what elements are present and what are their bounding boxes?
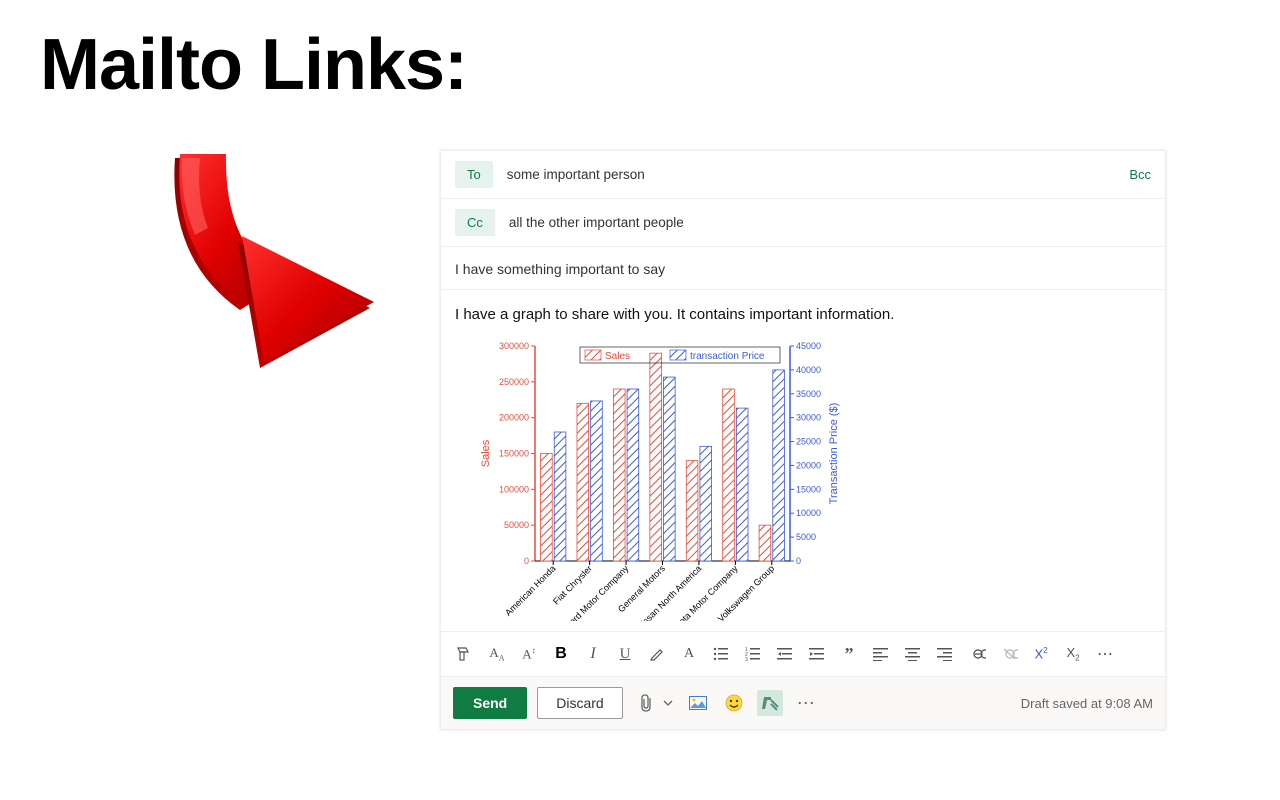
compose-window: To some important person Bcc Cc all the … xyxy=(440,150,1166,730)
svg-text:Sales: Sales xyxy=(480,439,492,467)
svg-text:Transaction Price ($): Transaction Price ($) xyxy=(828,403,840,505)
svg-text:0: 0 xyxy=(524,556,529,566)
cc-input[interactable]: all the other important people xyxy=(509,215,1151,230)
more-actions-icon[interactable]: ⋯ xyxy=(793,690,819,716)
svg-text:transaction Price: transaction Price xyxy=(690,351,765,362)
superscript-icon[interactable]: X2 xyxy=(1027,640,1055,668)
attach-dropdown-icon[interactable] xyxy=(661,690,675,716)
font-size-down-icon[interactable]: AA xyxy=(483,640,511,668)
insert-image-icon[interactable] xyxy=(685,690,711,716)
svg-text:0: 0 xyxy=(796,556,801,566)
draft-status: Draft saved at 9:08 AM xyxy=(1021,696,1153,711)
bullets-icon[interactable] xyxy=(707,640,735,668)
subject-input[interactable]: I have something important to say xyxy=(441,247,1165,290)
cc-chip[interactable]: Cc xyxy=(455,209,495,236)
attach-icon[interactable] xyxy=(633,690,659,716)
to-input[interactable]: some important person xyxy=(507,167,1116,182)
body-text: I have a graph to share with you. It con… xyxy=(455,306,1151,323)
more-format-icon[interactable]: ⋯ xyxy=(1091,640,1119,668)
svg-text:American Honda: American Honda xyxy=(503,563,557,617)
indent-icon[interactable] xyxy=(803,640,831,668)
align-right-icon[interactable] xyxy=(931,640,959,668)
svg-text:10000: 10000 xyxy=(796,508,821,518)
svg-text:45000: 45000 xyxy=(796,341,821,351)
bcc-link[interactable]: Bcc xyxy=(1129,167,1151,182)
svg-text:20000: 20000 xyxy=(796,460,821,470)
link-icon[interactable] xyxy=(963,640,991,668)
svg-text:200000: 200000 xyxy=(499,413,529,423)
svg-text:40000: 40000 xyxy=(796,365,821,375)
font-size-up-icon[interactable]: A↕ xyxy=(515,640,543,668)
italic-icon[interactable]: I xyxy=(579,640,607,668)
svg-text:Sales: Sales xyxy=(605,351,630,362)
align-center-icon[interactable] xyxy=(899,640,927,668)
svg-text:100000: 100000 xyxy=(499,484,529,494)
highlight-icon[interactable] xyxy=(643,640,671,668)
quote-icon[interactable]: ” xyxy=(835,640,863,668)
outdent-icon[interactable] xyxy=(771,640,799,668)
format-painter-icon[interactable] xyxy=(451,640,479,668)
font-color-icon[interactable]: A xyxy=(675,640,703,668)
svg-text:15000: 15000 xyxy=(796,484,821,494)
unlink-icon[interactable] xyxy=(995,640,1023,668)
svg-text:35000: 35000 xyxy=(796,389,821,399)
format-toggle-icon[interactable] xyxy=(757,690,783,716)
format-toolbar: AAA↕BIUA123”X2X2⋯ xyxy=(441,631,1165,676)
svg-text:5000: 5000 xyxy=(796,532,816,542)
emoji-icon[interactable] xyxy=(721,690,747,716)
bold-icon[interactable]: B xyxy=(547,640,575,668)
svg-text:50000: 50000 xyxy=(504,520,529,530)
svg-text:25000: 25000 xyxy=(796,437,821,447)
page-title: Mailto Links: xyxy=(40,24,467,106)
svg-text:300000: 300000 xyxy=(499,341,529,351)
action-bar: Send Discard ⋯ Draft saved at 9:08 AM xyxy=(441,676,1165,729)
body-area[interactable]: I have a graph to share with you. It con… xyxy=(441,290,1165,631)
numbering-icon[interactable]: 123 xyxy=(739,640,767,668)
discard-button[interactable]: Discard xyxy=(537,687,622,719)
red-arrow-graphic xyxy=(150,150,380,370)
send-button[interactable]: Send xyxy=(453,687,527,719)
to-chip[interactable]: To xyxy=(455,161,493,188)
underline-icon[interactable]: U xyxy=(611,640,639,668)
align-left-icon[interactable] xyxy=(867,640,895,668)
svg-text:150000: 150000 xyxy=(499,449,529,459)
svg-text:3: 3 xyxy=(745,657,748,661)
embedded-chart: 0 50000 100000 150000 200000 250000 300000 0 500… xyxy=(475,331,845,621)
to-row: To some important person Bcc xyxy=(441,151,1165,199)
svg-text:30000: 30000 xyxy=(796,413,821,423)
cc-row: Cc all the other important people xyxy=(441,199,1165,247)
subscript-icon[interactable]: X2 xyxy=(1059,640,1087,668)
svg-text:250000: 250000 xyxy=(499,377,529,387)
